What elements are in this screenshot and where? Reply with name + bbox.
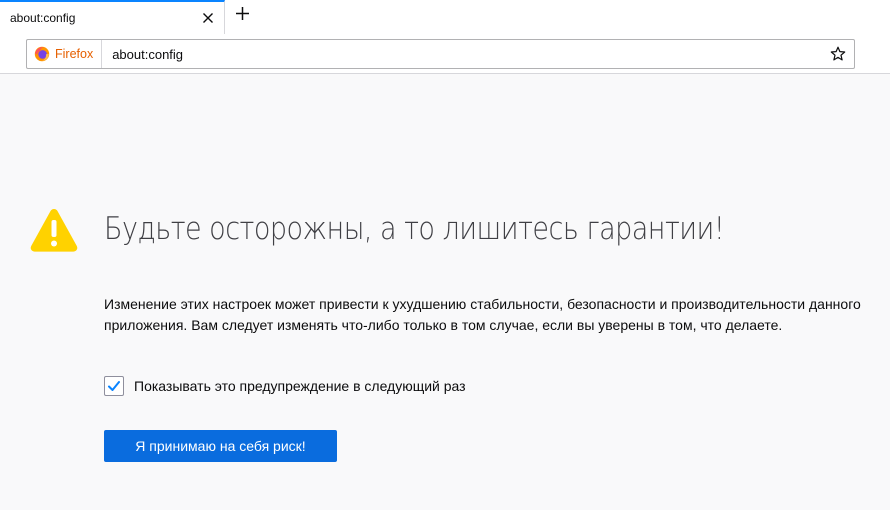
warning-description: Изменение этих настроек может привести к…: [104, 296, 861, 333]
url-input[interactable]: about:config: [112, 47, 827, 62]
tab-bar: about:config: [0, 0, 890, 34]
star-icon[interactable]: [827, 43, 849, 65]
firefox-icon: [34, 46, 50, 62]
page-title: Будьте осторожны, а то лишитесь гарантии…: [104, 211, 725, 247]
tab-about-config[interactable]: about:config: [0, 0, 225, 34]
show-warning-option[interactable]: Показывать это предупреждение в следующи…: [104, 376, 466, 396]
checkbox-label: Показывать это предупреждение в следующи…: [134, 378, 466, 394]
identity-label: Firefox: [55, 47, 94, 61]
close-icon[interactable]: [198, 8, 218, 28]
checkmark-icon: [108, 381, 120, 391]
identity-box[interactable]: Firefox: [27, 40, 103, 68]
warning-icon: [30, 209, 78, 252]
tab-title: about:config: [10, 11, 76, 25]
warning-page: Будьте осторожны, а то лишитесь гарантии…: [0, 75, 890, 510]
accept-risk-button[interactable]: Я принимаю на себя риск!: [104, 430, 337, 462]
show-warning-checkbox[interactable]: [104, 376, 124, 396]
nav-bar: Firefox about:config: [0, 34, 890, 74]
new-tab-button[interactable]: [231, 5, 253, 27]
url-bar[interactable]: Firefox about:config: [26, 39, 855, 69]
plus-icon: [235, 6, 250, 26]
